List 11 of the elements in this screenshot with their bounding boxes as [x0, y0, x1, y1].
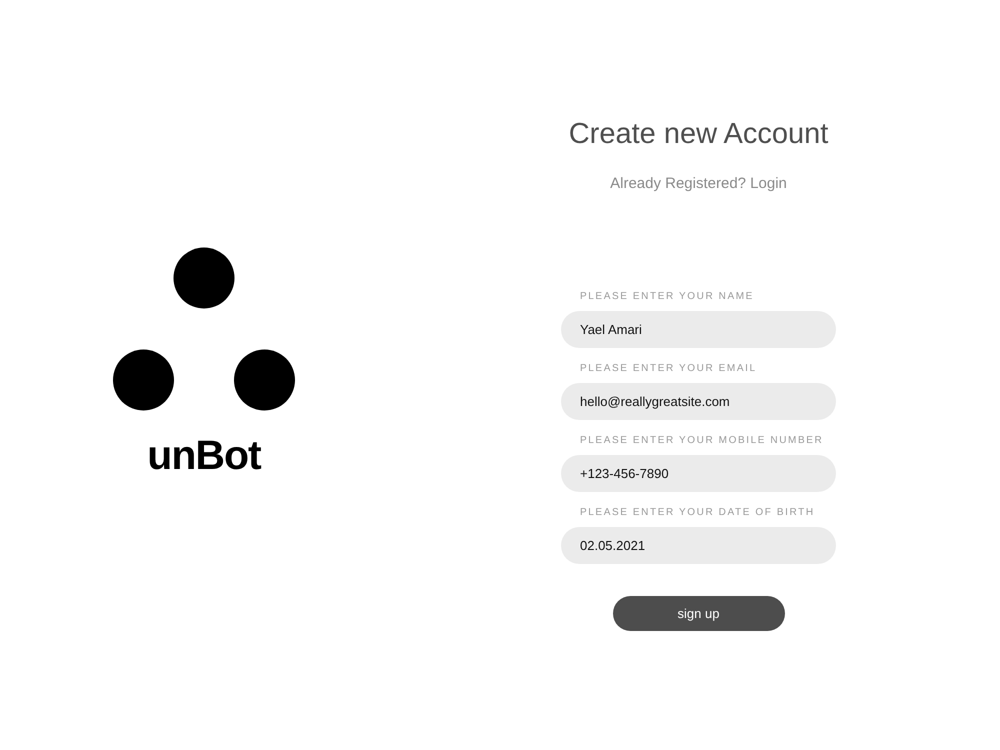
field-label: PLEASE ENTER YOUR NAME: [579, 290, 755, 304]
text-field[interactable]: Yael Amari: [561, 311, 836, 348]
text-field[interactable]: +123-456-7890: [561, 455, 836, 492]
field-label: PLEASE ENTER YOUR DATE OF BIRTH: [579, 506, 816, 520]
field-label: PLEASE ENTER YOUR MOBILE NUMBER: [579, 434, 824, 448]
logo-wordmark: unBot: [147, 433, 261, 477]
text-field[interactable]: 02.05.2021: [561, 527, 836, 564]
text-field[interactable]: hello@reallygreatsite.com: [561, 383, 836, 420]
page-title: Create new Account: [568, 117, 828, 152]
field-label: PLEASE ENTER YOUR EMAIL: [579, 362, 758, 376]
sign-up-button[interactable]: sign up: [612, 596, 784, 631]
